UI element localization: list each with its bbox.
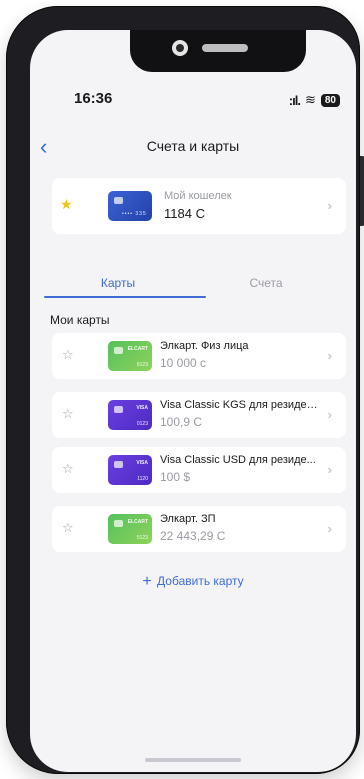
chevron-right-icon: › (327, 348, 332, 363)
card-balance: 10 000 с (160, 356, 207, 370)
card-balance: 100 $ (160, 470, 191, 484)
chevron-right-icon: › (327, 462, 332, 477)
card-row-visa-kgs[interactable]: ☆ VISA 0123 Visa Classic KGS для резиден… (52, 392, 346, 438)
status-icons: :ıl. ≋ 80 (289, 92, 340, 108)
card-row-elcart-salary[interactable]: ☆ ELCART 5123 Элкарт. ЗП 22 443,29 С › (52, 506, 346, 552)
card-number: 1120 (137, 476, 148, 482)
status-time: 16:36 (74, 90, 113, 107)
dynamic-island (130, 30, 306, 72)
card-number: 0123 (136, 421, 148, 427)
wallet-card-number: •••• 335 (122, 211, 147, 217)
tab-cards[interactable]: Карты (44, 276, 192, 290)
card-thumbnail: VISA 0123 (108, 400, 152, 430)
card-row-elcart-individual[interactable]: ☆ ELCART 8123 Элкарт. Физ лица 10 000 с … (52, 333, 346, 379)
phone-frame: 16:36 :ıl. ≋ 80 ‹ Счета и карты ★ •••• 3… (6, 6, 364, 774)
card-brand: ELCART (127, 519, 148, 525)
card-brand: VISA (136, 405, 148, 411)
star-filled-icon[interactable]: ★ (60, 196, 73, 213)
card-thumbnail: ELCART 5123 (108, 514, 152, 544)
card-balance: 100,9 С (160, 415, 203, 429)
page-title: Счета и карты (146, 138, 240, 154)
wallet-card[interactable]: ★ •••• 335 Мой кошелек 1184 С › (52, 178, 346, 234)
card-chip-icon (114, 406, 123, 413)
star-outline-icon[interactable]: ☆ (62, 406, 74, 422)
add-card-label: Добавить карту (157, 574, 244, 588)
screen: 16:36 :ıl. ≋ 80 ‹ Счета и карты ★ •••• 3… (30, 30, 356, 772)
active-tab-indicator (44, 296, 206, 298)
card-chip-icon (114, 347, 123, 354)
card-name: Visa Classic KGS для резиден... (160, 399, 320, 411)
chevron-right-icon: › (327, 198, 332, 213)
star-outline-icon[interactable]: ☆ (62, 347, 74, 363)
chevron-right-icon: › (327, 407, 332, 422)
chevron-right-icon: › (327, 521, 332, 536)
navigation-bar: ‹ Счета и карты (30, 134, 356, 160)
card-name: Элкарт. ЗП (160, 513, 216, 525)
camera-icon (172, 40, 188, 56)
card-number: 5123 (136, 535, 148, 541)
tab-bar: Карты Счета (44, 276, 340, 300)
plus-icon: + (142, 573, 152, 590)
status-bar: 16:36 :ıl. ≋ 80 (30, 90, 356, 112)
add-card-button[interactable]: + Добавить карту (30, 573, 356, 591)
card-thumbnail: VISA 1120 (108, 455, 152, 485)
card-chip-icon (114, 197, 123, 204)
home-indicator[interactable] (145, 758, 241, 762)
card-row-visa-usd[interactable]: ☆ VISA 1120 Visa Classic USD для резиде.… (52, 447, 346, 493)
signal-icon: :ıl. (288, 92, 301, 108)
star-outline-icon[interactable]: ☆ (62, 520, 74, 536)
wallet-label: Мой кошелек (164, 190, 232, 202)
speaker-grille (202, 44, 248, 52)
wallet-amount: 1184 С (164, 206, 205, 221)
star-outline-icon[interactable]: ☆ (62, 461, 74, 477)
card-thumbnail: ELCART 8123 (108, 341, 152, 371)
card-name: Visa Classic USD для резиде... (160, 454, 316, 466)
wifi-icon: ≋ (304, 92, 316, 107)
card-number: 8123 (136, 362, 148, 368)
tab-accounts[interactable]: Счета (192, 276, 340, 290)
card-name: Элкарт. Физ лица (160, 340, 249, 352)
battery-icon: 80 (320, 93, 340, 107)
card-balance: 22 443,29 С (160, 529, 226, 543)
card-brand: ELCART (127, 346, 148, 352)
card-chip-icon (114, 520, 123, 527)
card-brand: VISA (136, 460, 148, 466)
card-chip-icon (114, 461, 123, 468)
wallet-card-thumbnail: •••• 335 (108, 191, 152, 221)
section-title-my-cards: Мои карты (50, 313, 110, 327)
